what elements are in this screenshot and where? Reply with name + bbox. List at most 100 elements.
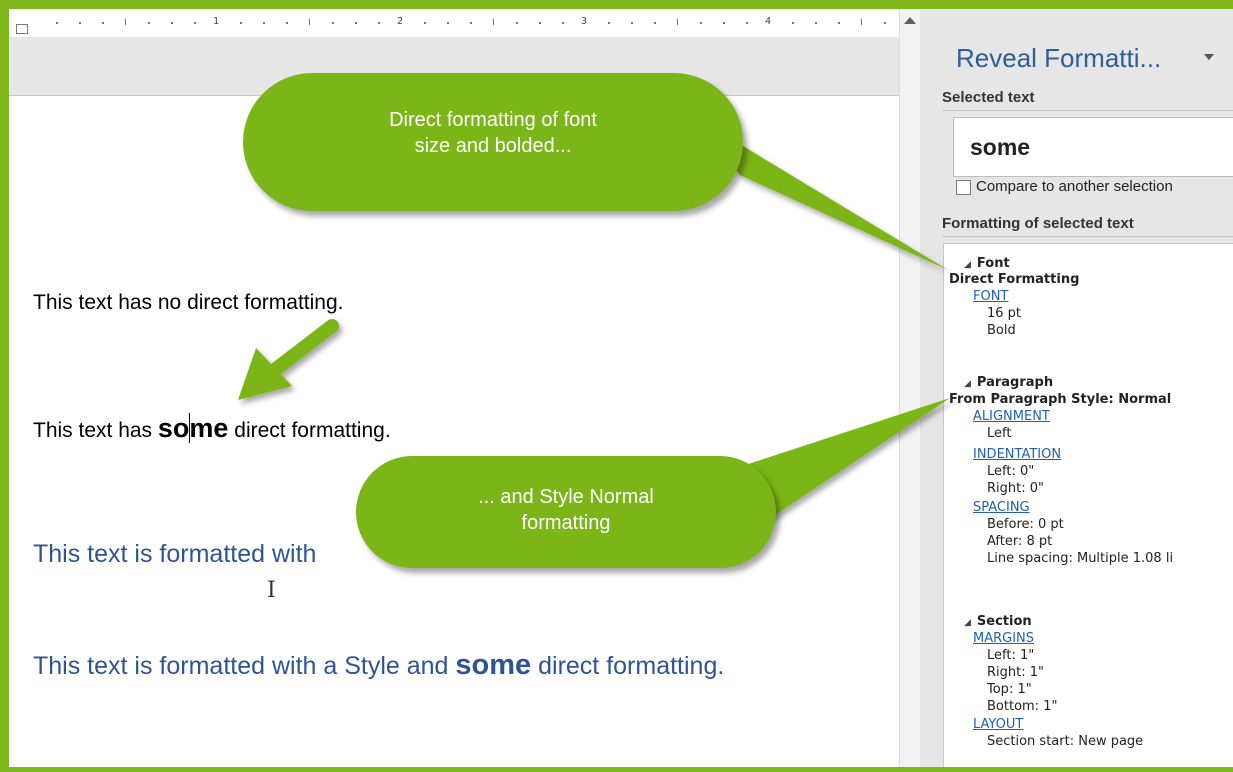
ruler-tick-mark xyxy=(700,22,702,24)
ruler-tick-mark xyxy=(723,22,725,24)
spacing-value: After: 8 pt xyxy=(987,534,1053,549)
selected-text-value: some xyxy=(970,134,1031,160)
layout-link[interactable]: LAYOUT xyxy=(973,717,1023,732)
ruler-tick-mark xyxy=(171,22,173,24)
indentation-value: Right: 0" xyxy=(987,481,1044,496)
font-value: 16 pt xyxy=(987,306,1022,321)
text-run: This text has xyxy=(33,419,158,442)
ruler-tick-mark xyxy=(125,19,126,25)
ruler-number-4: 4 xyxy=(765,16,772,27)
ruler-tick-mark xyxy=(608,22,610,24)
divider xyxy=(942,236,1233,237)
margins-value: Right: 1" xyxy=(987,665,1044,680)
ruler-tick-mark xyxy=(631,22,633,24)
bold-run: so xyxy=(157,413,190,443)
callout-text: formatting xyxy=(521,512,611,534)
scroll-up-arrow-icon[interactable] xyxy=(904,17,916,24)
collapse-triangle-icon[interactable]: ◢ xyxy=(964,260,971,270)
margins-value: Bottom: 1" xyxy=(987,699,1058,714)
ruler-tick-mark xyxy=(194,22,196,24)
doc-line-direct-formatting[interactable]: This text has some direct formatting. xyxy=(33,413,391,444)
collapse-triangle-icon[interactable]: ◢ xyxy=(964,618,971,628)
pane-options-dropdown-icon[interactable] xyxy=(1204,54,1214,60)
vertical-scrollbar[interactable] xyxy=(899,9,921,767)
formatting-heading: Formatting of selected text xyxy=(942,215,1134,232)
ruler-tick-mark xyxy=(332,22,334,24)
ruler-tick-mark xyxy=(355,22,357,24)
divider xyxy=(942,110,1233,111)
spacing-link[interactable]: SPACING xyxy=(973,500,1030,515)
compare-checkbox[interactable] xyxy=(956,180,971,195)
doc-line-style-and-direct[interactable]: This text is formatted with a Style and … xyxy=(33,649,724,682)
text-run: direct formatting. xyxy=(228,419,391,442)
reveal-formatting-pane: Reveal Formatti... Selected text some Co… xyxy=(934,9,1233,767)
ruler-tick-mark xyxy=(677,19,678,25)
ibeam-cursor-icon: I xyxy=(267,578,276,603)
selected-text-box[interactable]: some xyxy=(953,117,1233,177)
section-section-header[interactable]: ◢ Section xyxy=(964,614,1032,629)
ruler-tick-mark xyxy=(148,22,150,24)
bold-run: me xyxy=(189,413,229,443)
text-run: direct formatting. xyxy=(531,652,725,680)
ruler-number-3: 3 xyxy=(581,16,588,27)
callout-style-normal: ... and Style Normal formatting xyxy=(356,456,776,568)
horizontal-ruler[interactable]: 1 2 3 4 xyxy=(9,9,899,37)
ruler-tick-mark xyxy=(286,22,288,24)
ruler-tick-mark xyxy=(263,22,265,24)
ruler-number-1: 1 xyxy=(213,16,220,27)
frame-left-border xyxy=(0,0,9,772)
bold-run: some xyxy=(455,649,532,681)
font-link[interactable]: FONT xyxy=(973,289,1008,304)
ruler-tick-mark xyxy=(79,22,81,24)
ruler-tick-mark xyxy=(815,22,817,24)
ruler-number-2: 2 xyxy=(397,16,404,27)
ruler-tick-mark xyxy=(493,19,494,25)
paragraph-section-header[interactable]: ◢ Paragraph xyxy=(964,375,1053,390)
indentation-value: Left: 0" xyxy=(987,464,1035,479)
margins-link[interactable]: MARGINS xyxy=(973,631,1034,646)
ruler-tick-mark xyxy=(562,22,564,24)
ruler-tick-mark xyxy=(861,19,862,25)
text-run: This text is formatted with a Style and xyxy=(33,652,456,680)
callout-text: Direct formatting of font xyxy=(389,109,597,131)
ruler-tick-mark xyxy=(539,22,541,24)
ruler-tick-mark xyxy=(516,22,518,24)
font-value: Bold xyxy=(987,323,1016,338)
ruler-tick-mark xyxy=(240,22,242,24)
paragraph-subheader: From Paragraph Style: Normal xyxy=(949,392,1172,407)
selected-text-heading: Selected text xyxy=(942,89,1035,106)
pane-divider xyxy=(920,9,934,767)
alignment-value: Left xyxy=(987,426,1012,441)
ruler-tick-mark xyxy=(56,22,58,24)
margins-value: Top: 1" xyxy=(987,682,1032,697)
collapse-triangle-icon[interactable]: ◢ xyxy=(964,379,971,389)
font-section-header[interactable]: ◢ Font xyxy=(964,256,1010,271)
ruler-tick-mark xyxy=(102,22,104,24)
ruler-tick-mark xyxy=(746,22,748,24)
layout-value: Section start: New page xyxy=(987,734,1144,749)
pane-title: Reveal Formatti... xyxy=(956,43,1162,73)
ruler-tick-mark xyxy=(838,22,840,24)
compare-checkbox-label[interactable]: Compare to another selection xyxy=(976,178,1173,195)
doc-line-style[interactable]: This text is formatted with xyxy=(33,540,316,569)
margins-value: Left: 1" xyxy=(987,648,1035,663)
alignment-link[interactable]: ALIGNMENT xyxy=(973,409,1050,424)
ruler-tick-mark xyxy=(424,22,426,24)
frame-top-border xyxy=(0,0,1233,9)
ruler-tick-mark xyxy=(309,19,310,25)
indent-marker[interactable] xyxy=(16,11,28,34)
ruler-tick-mark xyxy=(884,22,886,24)
ruler-tick-mark xyxy=(447,22,449,24)
spacing-value: Line spacing: Multiple 1.08 li xyxy=(987,551,1174,566)
ruler-tick-mark xyxy=(792,22,794,24)
ruler-tick-mark xyxy=(378,22,380,24)
formatting-details-box[interactable]: ◢ Font Direct Formatting FONT 16 pt Bold … xyxy=(943,243,1233,767)
callout-text: ... and Style Normal xyxy=(478,486,654,508)
callout-font-formatting: Direct formatting of font size and bolded… xyxy=(243,73,743,211)
ruler-tick-mark xyxy=(470,22,472,24)
doc-line-no-formatting[interactable]: This text has no direct formatting. xyxy=(33,291,343,315)
font-subheader: Direct Formatting xyxy=(949,272,1080,287)
indentation-link[interactable]: INDENTATION xyxy=(973,447,1061,462)
callout-text: size and bolded... xyxy=(414,135,572,157)
frame-bottom-border xyxy=(0,767,1233,772)
